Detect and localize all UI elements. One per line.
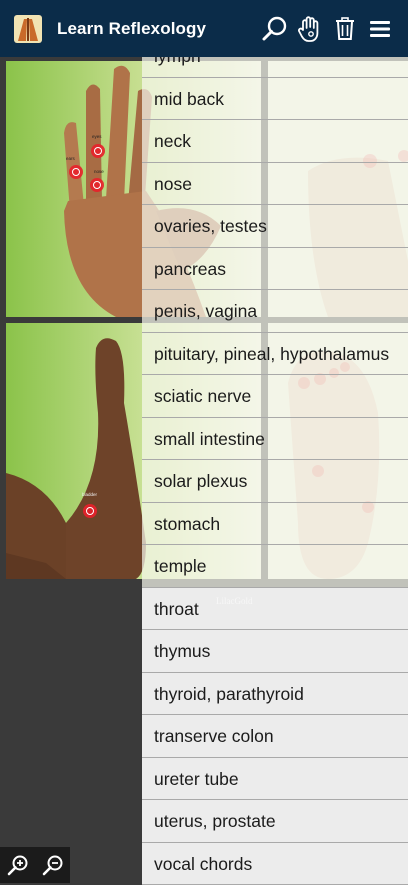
list-item[interactable]: thyroid, parathyroid	[142, 673, 408, 716]
reflex-point[interactable]	[83, 504, 97, 518]
list-item[interactable]: small intestine	[142, 418, 408, 461]
list-item[interactable]: stomach	[142, 503, 408, 546]
zoom-out-icon[interactable]	[41, 853, 65, 877]
zoom-controls	[0, 847, 70, 883]
list-item[interactable]: solar plexus	[142, 460, 408, 503]
list-item[interactable]: vocal chords	[142, 843, 408, 885]
list-item[interactable]: temple	[142, 545, 408, 588]
magnifier-icon	[261, 15, 289, 43]
menu-button[interactable]	[363, 12, 397, 46]
reflexology-app-icon[interactable]	[14, 15, 42, 43]
app-bar: Learn Reflexology	[0, 0, 408, 57]
list-item[interactable]: uterus, prostate	[142, 800, 408, 843]
clear-button[interactable]	[328, 12, 362, 46]
list-item[interactable]: thymus	[142, 630, 408, 673]
reflex-point[interactable]	[69, 165, 83, 179]
reflex-point[interactable]	[90, 178, 104, 192]
list-item[interactable]: neck	[142, 120, 408, 163]
watermark: LilacGold	[216, 596, 253, 606]
search-button[interactable]	[258, 12, 292, 46]
trash-icon	[333, 16, 357, 42]
list-item[interactable]: pituitary, pineal, hypothalamus	[142, 333, 408, 376]
zoom-in-icon[interactable]	[6, 853, 30, 877]
hamburger-menu-icon	[368, 19, 392, 39]
list-item[interactable]: nose	[142, 163, 408, 206]
list-item[interactable]: mid back	[142, 78, 408, 121]
hand-mode-button[interactable]	[293, 12, 327, 46]
list-item[interactable]: penis, vagina	[142, 290, 408, 333]
list-item[interactable]: ovaries, testes	[142, 205, 408, 248]
list-item[interactable]: sciatic nerve	[142, 375, 408, 418]
point-label: bladder	[82, 492, 98, 497]
list-item[interactable]: pancreas	[142, 248, 408, 291]
hand-touch-icon	[295, 14, 325, 44]
list-item[interactable]: transerve colon	[142, 715, 408, 758]
reflex-point[interactable]	[91, 144, 105, 158]
app-title: Learn Reflexology	[57, 0, 206, 57]
list-item[interactable]: ureter tube	[142, 758, 408, 801]
point-label: eyes	[92, 134, 102, 139]
point-label: ears	[66, 156, 76, 161]
point-label: nose	[94, 169, 104, 174]
list-item[interactable]: throat	[142, 588, 408, 631]
reflex-area-list[interactable]: lymph mid back neck nose ovaries, testes…	[142, 35, 408, 885]
